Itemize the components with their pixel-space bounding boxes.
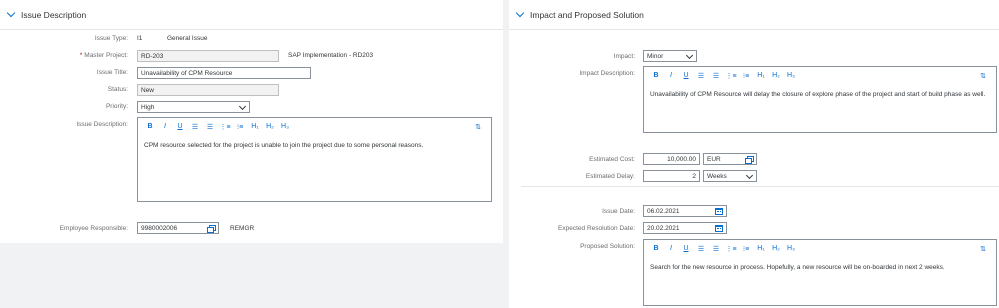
- issue-description-panel: Issue Description Issue Type: I1 General…: [0, 0, 503, 243]
- issue-title-label: Issue Title:: [96, 69, 128, 76]
- employee-responsible-field[interactable]: 9980002006: [137, 222, 219, 234]
- issue-description-text: CPM resource selected for the project is…: [144, 142, 424, 149]
- issue-type-text: General Issue: [167, 35, 208, 42]
- estimated-delay-field[interactable]: 2: [643, 170, 700, 182]
- heading2-button[interactable]: H₂: [770, 243, 782, 255]
- more-options-icon[interactable]: ⇅: [472, 121, 484, 133]
- required-asterisk: *: [79, 52, 83, 59]
- issue-description-editor[interactable]: B I U ☰ ☰ ⋮≡ ⁝≡ H₁ H₂ H₃ ⇅ CPM resource …: [137, 117, 492, 202]
- bold-button[interactable]: B: [650, 70, 662, 82]
- calendar-icon[interactable]: [715, 208, 723, 215]
- italic-button[interactable]: I: [665, 70, 677, 82]
- estimated-cost-label: Estimated Cost:: [589, 156, 635, 163]
- impact-solution-header[interactable]: Impact and Proposed Solution: [509, 0, 999, 30]
- master-project-label: * Master Project:: [79, 52, 128, 59]
- align-right-icon[interactable]: ☰: [189, 121, 201, 133]
- align-left-icon[interactable]: ☰: [710, 243, 722, 255]
- estimated-delay-label: Estimated Delay:: [585, 173, 635, 180]
- dropdown-arrow-icon[interactable]: [238, 102, 247, 111]
- estimated-cost-field[interactable]: 10,000.00: [643, 153, 700, 165]
- heading1-button[interactable]: H₁: [755, 70, 767, 82]
- status-label: Status:: [107, 86, 128, 93]
- proposed-solution-editor[interactable]: B I U ☰ ☰ ⋮≡ ⁝≡ H₁ H₂ H₃ ⇅ Search for th…: [643, 239, 997, 306]
- delay-unit-select[interactable]: Weeks: [703, 170, 757, 182]
- italic-button[interactable]: I: [665, 243, 677, 255]
- editor-toolbar: B I U ☰ ☰ ⋮≡ ⁝≡ H₁ H₂ H₃ ⇅: [644, 240, 996, 257]
- numbered-list-icon[interactable]: ⋮≡: [725, 70, 737, 82]
- currency-value: EUR: [707, 156, 721, 163]
- impact-value: Minor: [647, 53, 664, 60]
- master-project-field[interactable]: RD-203: [137, 50, 279, 62]
- heading2-button[interactable]: H₂: [770, 70, 782, 82]
- align-left-icon[interactable]: ☰: [204, 121, 216, 133]
- impact-description-label: Impact Description:: [579, 70, 635, 77]
- underline-button[interactable]: U: [680, 70, 692, 82]
- employee-value: 9980002006: [141, 225, 178, 232]
- calendar-icon[interactable]: [715, 225, 723, 232]
- employee-text: REMGR: [230, 225, 255, 232]
- panel-title: Impact and Proposed Solution: [530, 9, 644, 20]
- section-divider: [521, 186, 999, 187]
- heading1-button[interactable]: H₁: [755, 243, 767, 255]
- dropdown-arrow-icon[interactable]: [685, 51, 694, 60]
- bullet-list-icon[interactable]: ⁝≡: [234, 121, 246, 133]
- issue-type-label: Issue Type:: [94, 35, 128, 42]
- status-field[interactable]: New: [137, 84, 279, 96]
- priority-label: Priority:: [105, 103, 128, 110]
- currency-field[interactable]: EUR: [703, 153, 757, 165]
- impact-label: Impact:: [613, 53, 635, 60]
- underline-button[interactable]: U: [174, 121, 186, 133]
- expected-resolution-field[interactable]: 20.02.2021: [643, 222, 727, 234]
- bullet-list-icon[interactable]: ⁝≡: [740, 243, 752, 255]
- numbered-list-icon[interactable]: ⋮≡: [219, 121, 231, 133]
- bold-button[interactable]: B: [144, 121, 156, 133]
- heading3-button[interactable]: H₃: [279, 121, 291, 133]
- chevron-down-icon[interactable]: [5, 9, 17, 21]
- value-help-icon[interactable]: [207, 225, 216, 233]
- priority-select[interactable]: High: [137, 101, 250, 113]
- issue-title-field[interactable]: Unavailability of CPM Resource: [137, 67, 311, 79]
- expected-resolution-value: 20.02.2021: [647, 225, 680, 232]
- issue-date-value: 06.02.2021: [647, 208, 680, 215]
- impact-description-editor[interactable]: B I U ☰ ☰ ⋮≡ ⁝≡ H₁ H₂ H₃ ⇅ Unavailabilit…: [643, 66, 997, 133]
- value-help-icon[interactable]: [745, 156, 754, 164]
- issue-type-code: I1: [137, 35, 143, 42]
- dropdown-arrow-icon[interactable]: [745, 171, 754, 180]
- heading1-button[interactable]: H₁: [249, 121, 261, 133]
- heading3-button[interactable]: H₃: [785, 70, 797, 82]
- issue-date-field[interactable]: 06.02.2021: [643, 205, 727, 217]
- priority-value: High: [141, 104, 155, 111]
- heading3-button[interactable]: H₃: [785, 243, 797, 255]
- employee-responsible-label: Employee Responsible:: [59, 225, 128, 232]
- bold-button[interactable]: B: [650, 243, 662, 255]
- impact-solution-panel: Impact and Proposed Solution Impact: Min…: [509, 0, 999, 308]
- panel-title: Issue Description: [21, 9, 87, 20]
- underline-button[interactable]: U: [680, 243, 692, 255]
- expected-resolution-label: Expected Resolution Date:: [558, 225, 635, 232]
- issue-date-label: Issue Date:: [602, 208, 635, 215]
- align-right-icon[interactable]: ☰: [695, 243, 707, 255]
- impact-description-text: Unavailability of CPM Resource will dela…: [650, 91, 986, 98]
- align-left-icon[interactable]: ☰: [710, 70, 722, 82]
- impact-select[interactable]: Minor: [643, 50, 697, 62]
- issue-description-header[interactable]: Issue Description: [0, 0, 503, 30]
- heading2-button[interactable]: H₂: [264, 121, 276, 133]
- issue-description-label: Issue Description:: [76, 121, 128, 128]
- proposed-solution-label: Proposed Solution:: [580, 243, 635, 250]
- more-options-icon[interactable]: ⇅: [977, 243, 989, 255]
- proposed-solution-text: Search for the new resource in process. …: [650, 264, 945, 271]
- italic-button[interactable]: I: [159, 121, 171, 133]
- delay-unit-value: Weeks: [707, 173, 727, 180]
- more-options-icon[interactable]: ⇅: [977, 70, 989, 82]
- editor-toolbar: B I U ☰ ☰ ⋮≡ ⁝≡ H₁ H₂ H₃ ⇅: [644, 67, 996, 84]
- editor-toolbar: B I U ☰ ☰ ⋮≡ ⁝≡ H₁ H₂ H₃ ⇅: [138, 118, 491, 135]
- master-project-text: SAP Implementation - RD203: [288, 52, 374, 59]
- bullet-list-icon[interactable]: ⁝≡: [740, 70, 752, 82]
- chevron-down-icon[interactable]: [514, 9, 526, 21]
- align-right-icon[interactable]: ☰: [695, 70, 707, 82]
- numbered-list-icon[interactable]: ⋮≡: [725, 243, 737, 255]
